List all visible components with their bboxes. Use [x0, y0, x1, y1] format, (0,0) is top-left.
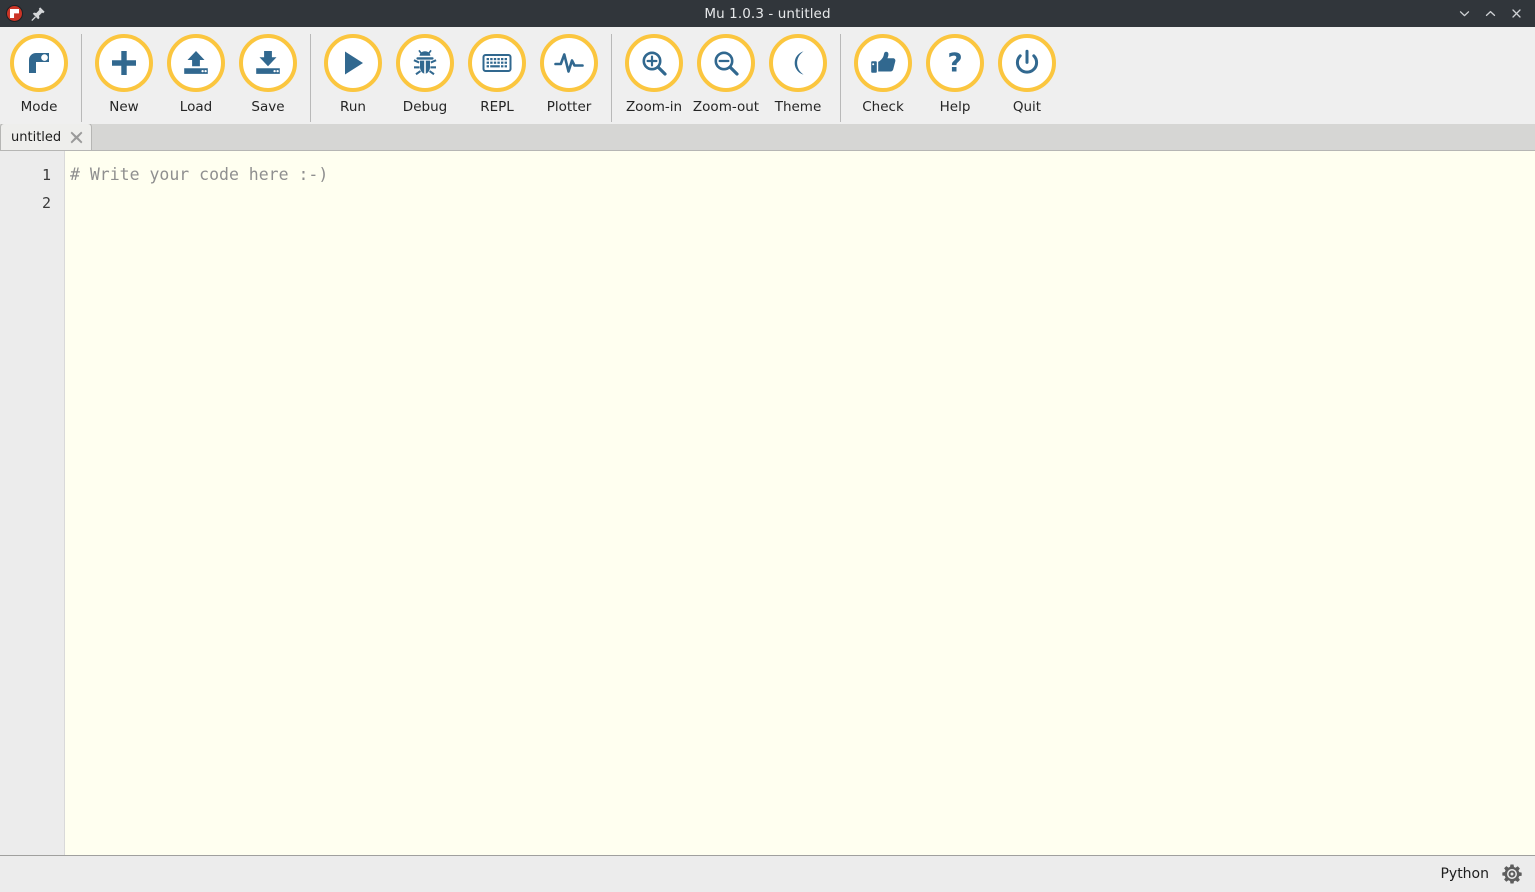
pulse-icon [554, 53, 584, 73]
mu-logo-icon [6, 5, 23, 22]
toolbar-label-run: Run [340, 99, 366, 115]
toolbar-label-save: Save [251, 99, 285, 115]
main-toolbar: Mode New Load Save Run Debug REPL Plotte… [0, 27, 1535, 124]
line-number: 2 [41, 194, 51, 212]
help-button-circle[interactable]: ? [926, 34, 984, 92]
toolbar-button-repl[interactable]: REPL [461, 27, 533, 124]
toolbar-button-quit[interactable]: Quit [991, 27, 1063, 124]
toolbar-button-zoom-out[interactable]: Zoom-out [690, 27, 762, 124]
toolbar-label-zoom-in: Zoom-in [625, 99, 683, 115]
toolbar-label-repl: REPL [480, 99, 514, 115]
magnifier-minus-icon [714, 51, 739, 76]
line-number: 1 [41, 166, 51, 184]
toolbar-button-load[interactable]: Load [160, 27, 232, 124]
toolbar-button-help[interactable]: ? Help [919, 27, 991, 124]
thumbs-up-icon [871, 51, 896, 73]
toolbar-label-check: Check [862, 99, 904, 115]
moon-icon [794, 51, 804, 75]
toolbar-separator [310, 34, 311, 122]
theme-button-circle[interactable] [769, 34, 827, 92]
toolbar-button-run[interactable]: Run [317, 27, 389, 124]
toolbar-label-theme: Theme [774, 99, 822, 115]
mu-editor-window: Mu 1.0.3 - untitled Mode New Load Save R… [0, 0, 1535, 892]
tab-untitled[interactable]: untitled [0, 123, 93, 150]
maximize-button[interactable] [1477, 1, 1503, 27]
code-editor[interactable]: 1 2 # Write your code here :-) [0, 151, 1535, 856]
toolbar-label-mode: Mode [20, 99, 58, 115]
title-bar: Mu 1.0.3 - untitled [0, 0, 1535, 27]
toolbar-button-save[interactable]: Save [232, 27, 304, 124]
plus-icon [112, 51, 136, 75]
toolbar-button-plotter[interactable]: Plotter [533, 27, 605, 124]
toolbar-button-new[interactable]: New [88, 27, 160, 124]
bug-icon [413, 49, 437, 76]
code-line[interactable] [70, 189, 1535, 217]
toolbar-button-theme[interactable]: Theme [762, 27, 834, 124]
download-icon [256, 51, 280, 74]
title-bar-left [0, 5, 46, 22]
upload-icon [184, 51, 208, 74]
zoom-in-button-circle[interactable] [625, 34, 683, 92]
toolbar-button-zoom-in[interactable]: Zoom-in [618, 27, 690, 124]
plotter-button-circle[interactable] [540, 34, 598, 92]
close-button[interactable] [1503, 1, 1529, 27]
toolbar-label-debug: Debug [402, 99, 448, 115]
quit-button-circle[interactable] [998, 34, 1056, 92]
toolbar-button-mode[interactable]: Mode [3, 27, 75, 124]
keyboard-icon [482, 54, 512, 72]
toolbar-label-new: New [109, 99, 139, 115]
toolbar-label-plotter: Plotter [546, 99, 592, 115]
debug-button-circle[interactable] [396, 34, 454, 92]
power-icon [1015, 49, 1039, 74]
code-line[interactable]: # Write your code here :-) [70, 161, 1535, 189]
toolbar-separator [611, 34, 612, 122]
window-title: Mu 1.0.3 - untitled [704, 5, 831, 22]
toolbar-button-debug[interactable]: Debug [389, 27, 461, 124]
toolbar-separator [840, 34, 841, 122]
question-mark-icon: ? [947, 49, 962, 79]
zoom-out-button-circle[interactable] [697, 34, 755, 92]
tab-close-icon[interactable] [69, 130, 83, 144]
save-button-circle[interactable] [239, 34, 297, 92]
toolbar-label-help: Help [939, 99, 971, 115]
line-number-gutter: 1 2 [0, 151, 65, 855]
toolbar-separator [81, 34, 82, 122]
mode-button-circle[interactable] [10, 34, 68, 92]
load-button-circle[interactable] [167, 34, 225, 92]
pin-icon[interactable] [30, 6, 46, 22]
toolbar-button-check[interactable]: Check [847, 27, 919, 124]
toolbar-label-quit: Quit [1012, 99, 1042, 115]
window-controls [1451, 1, 1535, 27]
play-icon [345, 51, 363, 75]
toolbar-label-zoom-out: Zoom-out [692, 99, 760, 115]
run-button-circle[interactable] [324, 34, 382, 92]
minimize-button[interactable] [1451, 1, 1477, 27]
new-button-circle[interactable] [95, 34, 153, 92]
gear-icon[interactable] [1501, 863, 1523, 885]
status-mode-label[interactable]: Python [1440, 866, 1489, 882]
check-button-circle[interactable] [854, 34, 912, 92]
magnifier-plus-icon [642, 51, 667, 76]
status-bar: Python [0, 856, 1535, 892]
svg-text:?: ? [947, 49, 962, 79]
toolbar-label-load: Load [179, 99, 213, 115]
tab-bar: untitled [0, 123, 1535, 151]
tab-label: untitled [11, 129, 62, 145]
mode-logo-icon [29, 53, 49, 73]
code-area[interactable]: # Write your code here :-) [65, 151, 1535, 855]
repl-button-circle[interactable] [468, 34, 526, 92]
